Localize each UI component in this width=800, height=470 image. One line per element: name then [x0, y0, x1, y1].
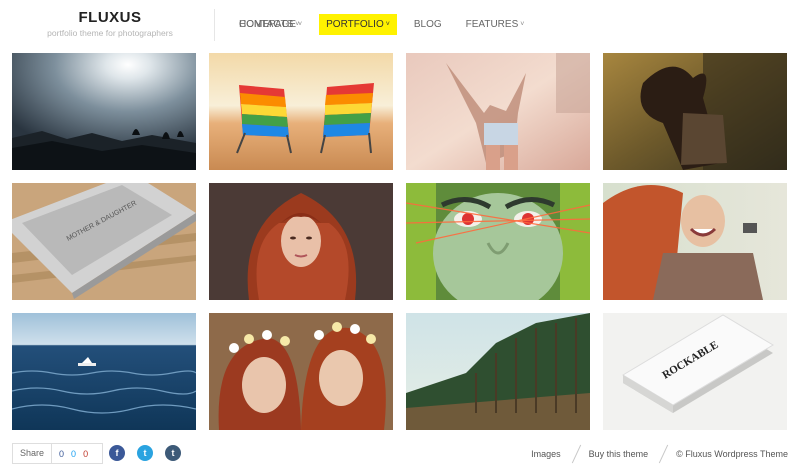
footer-link-buy[interactable]: Buy this theme	[589, 449, 649, 459]
tumblr-count: 0	[83, 448, 96, 459]
gallery-image: ROCKABLE	[603, 313, 787, 430]
gallery-image	[209, 53, 393, 170]
nav-item-label: CONTACTS	[239, 19, 294, 30]
header-divider	[214, 9, 215, 41]
gallery-item-sunrise-rocks[interactable]	[12, 53, 196, 170]
gallery-item-laughing-woman[interactable]	[603, 183, 787, 300]
site-tagline: portfolio theme for photographers	[47, 28, 173, 38]
gallery-image	[12, 313, 196, 430]
share-widget: Share 000	[12, 443, 104, 464]
share-counts: 000	[52, 449, 102, 459]
chevron-down-icon: ˅	[295, 21, 300, 28]
gallery-image	[406, 53, 590, 170]
gallery-image	[209, 313, 393, 430]
gallery-item-green-face[interactable]	[406, 183, 590, 300]
gallery-image	[603, 183, 787, 300]
gallery-image	[406, 313, 590, 430]
site-footer: Share 000 f t t Images Buy this theme © …	[0, 440, 800, 470]
gallery-item-red-hair-portrait[interactable]	[209, 183, 393, 300]
site-title[interactable]: FLUXUS	[40, 10, 180, 26]
nav-item-contacts[interactable]: CONTACTS ˅	[232, 14, 306, 35]
facebook-icon[interactable]: f	[109, 445, 125, 461]
gallery-image	[406, 183, 590, 300]
slash-divider	[658, 446, 670, 462]
gallery-item-business-cards[interactable]: ROCKABLE	[603, 313, 787, 430]
gallery-item-book[interactable]: MOTHER & DAUGHTER	[12, 183, 196, 300]
gallery-item-sea[interactable]	[12, 313, 196, 430]
gallery-item-beach-chairs[interactable]	[209, 53, 393, 170]
gallery-item-flower-crowns[interactable]	[209, 313, 393, 430]
gallery-image	[603, 53, 787, 170]
gallery-image	[12, 53, 196, 170]
nav-right: CONTACTS ˅	[232, 14, 786, 35]
slash-divider	[571, 446, 583, 462]
gallery-item-flying-hair[interactable]	[603, 53, 787, 170]
gallery-item-hazy-woman[interactable]	[406, 53, 590, 170]
gallery-image	[209, 183, 393, 300]
tumblr-icon[interactable]: t	[165, 445, 181, 461]
footer-links: Images Buy this theme © Fluxus Wordpress…	[531, 446, 788, 462]
site-logo[interactable]: FLUXUS portfolio theme for photographers	[40, 10, 180, 39]
footer-link-images[interactable]: Images	[531, 449, 561, 459]
facebook-count: 0	[59, 448, 72, 459]
gallery-item-forest[interactable]	[406, 313, 590, 430]
share-label: Share	[13, 444, 53, 463]
twitter-icon[interactable]: t	[137, 445, 153, 461]
gallery-image: MOTHER & DAUGHTER	[12, 183, 196, 300]
footer-copyright: © Fluxus Wordpress Theme	[676, 449, 788, 459]
site-header: FLUXUS portfolio theme for photographers…	[0, 0, 800, 47]
twitter-count: 0	[71, 448, 84, 459]
